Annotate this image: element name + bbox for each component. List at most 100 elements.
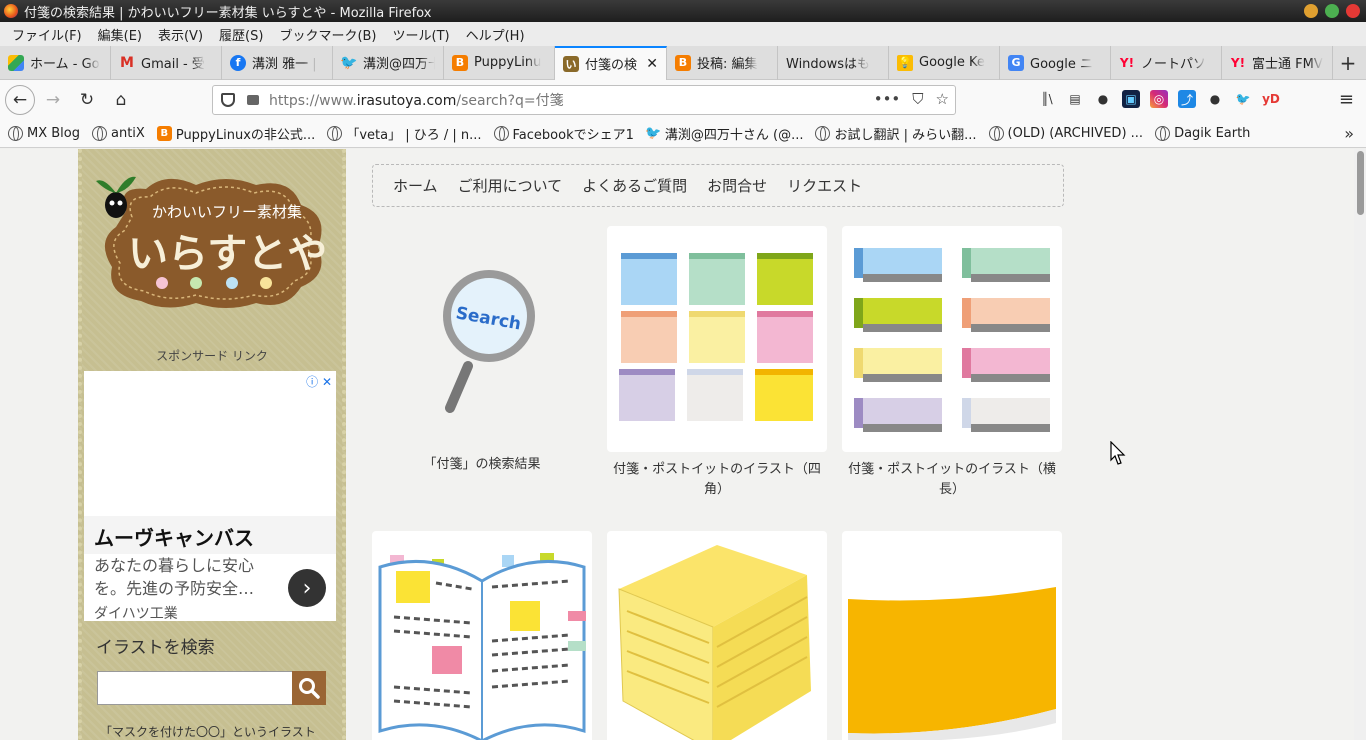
sidebar-icon[interactable]: ▤: [1066, 90, 1084, 108]
result-caption-long-notes[interactable]: 付箋・ポストイットのイラスト（横長）: [842, 460, 1062, 500]
result-card-long-notes[interactable]: [842, 226, 1062, 452]
tab-blogger-edit[interactable]: B 投稿: 編集: [667, 45, 778, 80]
nav-request[interactable]: リクエスト: [787, 175, 862, 196]
home-button[interactable]: ⌂: [105, 84, 137, 116]
nav-home[interactable]: ホーム: [393, 175, 438, 196]
tab-yahoo-notepc[interactable]: Y! ノートパソ: [1111, 45, 1222, 80]
menu-tools[interactable]: ツール(T): [385, 25, 458, 44]
result-card-book-notes[interactable]: [372, 531, 592, 740]
minimize-button[interactable]: [1304, 4, 1318, 18]
maximize-button[interactable]: [1325, 4, 1339, 18]
extension-balls-icon[interactable]: ●: [1206, 90, 1224, 108]
nav-usage[interactable]: ご利用について: [458, 175, 563, 196]
nav-faq[interactable]: よくあるご質問: [582, 175, 687, 196]
ad-advertiser[interactable]: ダイハツ工業: [94, 603, 178, 623]
search-icon: [299, 678, 320, 699]
sidebar-note[interactable]: 「マスクを付けた〇〇」というイラスト: [100, 723, 316, 740]
gmail-icon: M: [120, 54, 134, 71]
logo-title: いらすとや: [128, 231, 327, 277]
close-tab-icon[interactable]: ✕: [646, 56, 658, 72]
page-scrollbar[interactable]: [1354, 149, 1366, 740]
bookmarks-overflow-icon[interactable]: »: [1344, 124, 1354, 143]
ad-banner[interactable]: ⓘ ✕ ムーヴキャンバス あなたの暮らしに安心を。先進の予防安全… ダイハツ工業…: [84, 371, 336, 623]
mouse-cursor-icon: [1110, 441, 1126, 465]
bookmark-facebook-share[interactable]: Facebookでシェア1: [493, 124, 634, 143]
new-tab-button[interactable]: +: [1333, 51, 1363, 75]
result-card-yellow-block[interactable]: [607, 531, 827, 740]
menu-view[interactable]: 表示(V): [150, 25, 211, 44]
globe-icon: [8, 126, 23, 141]
illustration-search-input[interactable]: [97, 671, 293, 705]
tab-google-drive[interactable]: ホーム - Go: [0, 45, 111, 80]
ad-info-icon[interactable]: ⓘ ✕: [306, 373, 332, 390]
facebook-icon: f: [230, 54, 246, 71]
result-caption-search: 「付箋」の検索結果: [423, 457, 541, 472]
tab-google-keep[interactable]: 💡 Google Ke: [889, 45, 1000, 80]
forward-button[interactable]: →: [37, 84, 69, 116]
back-button[interactable]: ←: [5, 85, 35, 115]
bookmark-mirai[interactable]: お試し翻訳 | みらい翻...: [815, 124, 977, 143]
result-caption-square-notes[interactable]: 付箋・ポストイットのイラスト（四角）: [607, 460, 827, 500]
ad-description[interactable]: あなたの暮らしに安心を。先進の予防安全…: [94, 554, 284, 600]
reload-button[interactable]: ↻: [71, 84, 103, 116]
tab-twitter[interactable]: 🐦 溝渕@四万十: [333, 45, 444, 80]
tab-irasutoya[interactable]: い付箋の検 ✕: [555, 45, 667, 80]
irasutoya-logo[interactable]: かわいいフリー素材集 いらすとや: [96, 171, 330, 313]
close-window-button[interactable]: [1346, 4, 1360, 18]
tab-google-news[interactable]: G Google ニ: [1000, 45, 1111, 80]
nav-contact[interactable]: お問合せ: [707, 175, 767, 196]
blogger-icon: B: [675, 54, 691, 71]
magnifier-illustration: Search: [443, 270, 535, 413]
twitter-icon: 🐦: [645, 126, 662, 141]
url-bar[interactable]: https://www.irasutoya.com/search?q=付箋 ••…: [212, 85, 956, 115]
menu-history[interactable]: 履歴(S): [211, 25, 271, 44]
tab-yahoo-fmv[interactable]: Y! 富士通 FMV: [1222, 45, 1333, 80]
tab-gmail[interactable]: M Gmail - 受: [111, 45, 222, 80]
logo-tagline: かわいいフリー素材集: [152, 203, 302, 221]
result-card-square-notes[interactable]: [607, 226, 827, 452]
yandex-dict-icon[interactable]: yD: [1262, 90, 1280, 108]
bookmark-antix[interactable]: antiX: [92, 126, 145, 141]
result-card-orange-note[interactable]: [842, 531, 1062, 740]
scrollbar-thumb[interactable]: [1357, 151, 1364, 215]
google-drive-icon: [8, 54, 24, 71]
url-text[interactable]: https://www.irasutoya.com/search?q=付箋: [269, 90, 564, 110]
menu-bar: ファイル(F) 編集(E) 表示(V) 履歴(S) ブックマーク(B) ツール(…: [0, 22, 1366, 46]
sticky-block-illustration: [618, 545, 811, 740]
globe-icon: [988, 126, 1004, 141]
instagram-icon[interactable]: ◎: [1150, 90, 1168, 108]
bookmark-archived[interactable]: (OLD) (ARCHIVED) ...: [988, 126, 1143, 141]
ad-title[interactable]: ムーヴキャンバス: [84, 516, 336, 554]
tab-puppylinux[interactable]: B PuppyLinu: [444, 45, 555, 80]
book-notes-illustration: [378, 553, 586, 740]
lock-icon[interactable]: [247, 95, 259, 105]
ad-arrow-button[interactable]: ›: [288, 569, 326, 607]
bookmark-twitter[interactable]: 🐦 溝渕@四万十さん (@...: [645, 124, 803, 143]
pocket-icon[interactable]: ⛉: [912, 90, 923, 108]
menu-bookmarks[interactable]: ブックマーク(B): [271, 25, 384, 44]
extension-icon[interactable]: ▣: [1122, 90, 1140, 108]
tracking-shield-icon[interactable]: [221, 93, 235, 107]
window-title: 付箋の検索結果 | かわいいフリー素材集 いらすとや - Mozilla Fir…: [24, 5, 432, 21]
firefox-icon: [4, 4, 18, 18]
share-icon[interactable]: ⤴: [1178, 90, 1196, 108]
menu-file[interactable]: ファイル(F): [4, 25, 90, 44]
bookmark-veta[interactable]: 「veta」 | ひろ / | n...: [327, 124, 482, 143]
library-icon[interactable]: ║\: [1038, 90, 1056, 108]
menu-edit[interactable]: 編集(E): [90, 25, 150, 44]
menu-icon[interactable]: ≡: [1339, 89, 1354, 110]
bookmark-mx-blog[interactable]: MX Blog: [8, 126, 80, 141]
search-button[interactable]: [292, 671, 326, 705]
account-icon[interactable]: ●: [1094, 90, 1112, 108]
tab-windows[interactable]: Windowsはも: [778, 45, 889, 80]
twitter-icon: 🐦: [340, 54, 358, 71]
bookmark-dagik-earth[interactable]: Dagik Earth: [1155, 126, 1250, 141]
page-actions-icon[interactable]: •••: [874, 90, 901, 108]
menu-help[interactable]: ヘルプ(H): [458, 25, 533, 44]
tab-facebook[interactable]: f 溝渕 雅一 |: [222, 45, 333, 80]
bookmarks-bar: MX Blog antiX B PuppyLinuxの非公式... 「veta」 …: [0, 120, 1366, 148]
bookmark-puppylinux[interactable]: B PuppyLinuxの非公式...: [156, 124, 315, 143]
yahoo-icon: Y!: [1119, 55, 1135, 70]
twitter-icon[interactable]: 🐦: [1234, 90, 1252, 108]
bookmark-star-icon[interactable]: ☆: [936, 90, 949, 108]
